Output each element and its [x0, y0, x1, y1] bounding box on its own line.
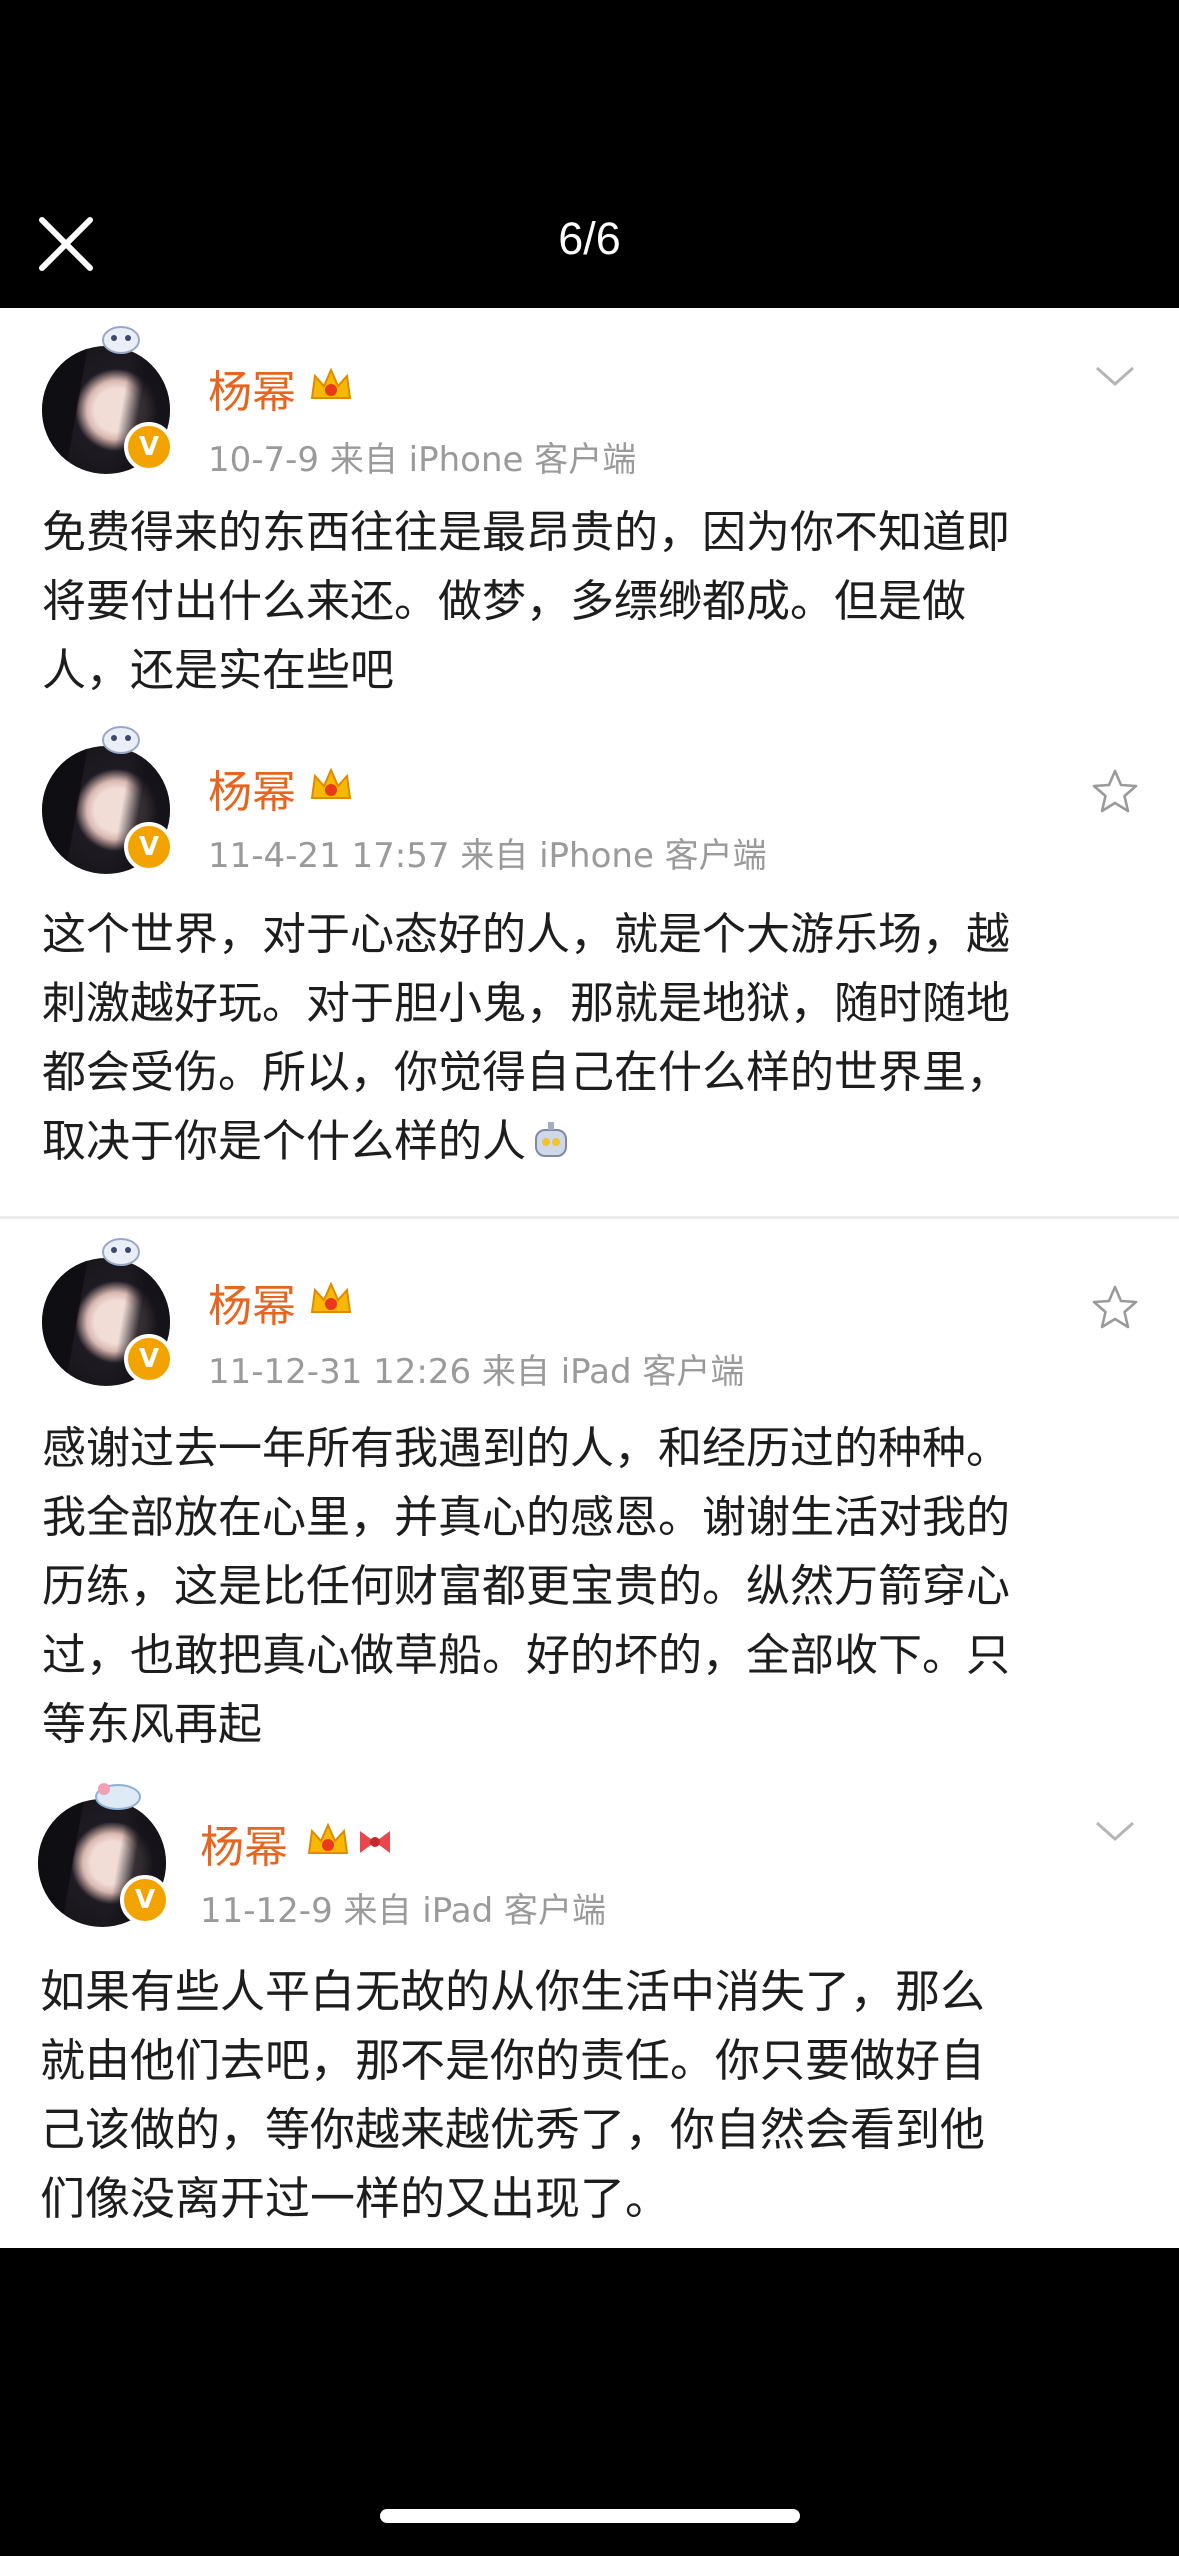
post-text-line: 刺激越好玩。对于胆小鬼，那就是地狱，随时随地: [42, 978, 1010, 1029]
post-text-line: 人，还是实在些吧: [42, 645, 394, 696]
verified-badge-icon: V: [124, 1334, 174, 1384]
avatar-decoration-icon: [95, 1783, 141, 1810]
post-text: 感谢过去一年所有我遇到的人，和经历过的种种。 我全部放在心里，并真心的感恩。谢谢…: [42, 1414, 1152, 1759]
avatar-decoration-icon: [102, 726, 140, 754]
author-name[interactable]: 杨幂: [200, 1811, 288, 1875]
post-text-line: 过，也敢把真心做草船。好的坏的，全部收下。只: [42, 1630, 1010, 1681]
verified-badge-icon: V: [124, 422, 174, 472]
post-meta: 11-12-31 12:26 来自 iPad 客户端: [208, 1352, 745, 1392]
post-text-line: 历练，这是比任何财富都更宝贵的。纵然万箭穿心: [42, 1561, 1010, 1612]
gift-bow-icon: [360, 1831, 390, 1853]
author-name[interactable]: 杨幂: [208, 1270, 296, 1334]
post-text-line: 己该做的，等你越来越优秀了，你自然会看到他: [40, 2103, 986, 2156]
post-meta: 11-4-21 17:57 来自 iPhone 客户端: [208, 836, 767, 876]
avatar-decoration-icon: [102, 326, 140, 354]
post-text-line: 都会受伤。所以，你觉得自己在什么样的世界里，: [42, 1047, 1010, 1098]
post-text-line: 等东风再起: [42, 1699, 262, 1750]
crown-icon: [310, 367, 352, 399]
star-icon[interactable]: [1089, 766, 1141, 818]
post-meta: 10-7-9 来自 iPhone 客户端: [208, 440, 637, 480]
post-text-line: 将要付出什么来还。做梦，多缥缈都成。但是做: [42, 576, 966, 627]
post-text-line: 我全部放在心里，并真心的感恩。谢谢生活对我的: [42, 1492, 1010, 1543]
post-text: 这个世界，对于心态好的人，就是个大游乐场，越 刺激越好玩。对于胆小鬼，那就是地狱…: [42, 900, 1152, 1176]
chevron-down-icon[interactable]: [1089, 350, 1141, 402]
post-text-line: 就由他们去吧，那不是你的责任。你只要做好自: [40, 2034, 986, 2087]
weibo-post: V 杨幂 11-12-9 来自 iPad 客户端 如果有些人平白无故的从你生活中…: [0, 1763, 1179, 2248]
avatar-decoration-icon: [102, 1238, 140, 1266]
post-text-line: 们像没离开过一样的又出现了。: [40, 2172, 671, 2225]
home-indicator[interactable]: [380, 2509, 800, 2523]
avatar[interactable]: V: [42, 726, 174, 874]
post-text: 免费得来的东西往往是最昂贵的，因为你不知道即 将要付出什么来还。做梦，多缥缈都成…: [42, 498, 1152, 705]
author-name[interactable]: 杨幂: [208, 356, 296, 420]
avatar[interactable]: V: [42, 326, 174, 474]
verified-badge-icon: V: [120, 1875, 170, 1925]
crown-icon: [310, 767, 352, 799]
weibo-post: V 杨幂 10-7-9 来自 iPhone 客户端 免费得来的东西往往是最昂贵的…: [0, 308, 1179, 708]
post-text-line: 免费得来的东西往往是最昂贵的，因为你不知道即: [42, 507, 1010, 558]
star-icon[interactable]: [1089, 1282, 1141, 1334]
chevron-down-icon[interactable]: [1089, 1805, 1141, 1857]
author-name[interactable]: 杨幂: [208, 756, 296, 820]
avatar[interactable]: V: [38, 1783, 170, 1927]
avatar[interactable]: V: [42, 1238, 174, 1386]
post-text-line: 取决于你是个什么样的人: [42, 1116, 526, 1167]
post-meta: 11-12-9 来自 iPad 客户端: [200, 1891, 606, 1931]
screenshot-image[interactable]: V 杨幂 10-7-9 来自 iPhone 客户端 免费得来的东西往往是最昂贵的…: [0, 308, 1179, 2248]
crown-icon: [307, 1822, 349, 1854]
crown-icon: [310, 1281, 352, 1313]
post-separator: [0, 1216, 1179, 1219]
image-counter: 6/6: [558, 213, 621, 264]
post-text-line: 感谢过去一年所有我遇到的人，和经历过的种种。: [42, 1423, 1010, 1474]
verified-badge-icon: V: [124, 822, 174, 872]
robot-emoji-icon: [535, 1122, 567, 1157]
post-text: 如果有些人平白无故的从你生活中消失了，那么 就由他们去吧，那不是你的责任。你只要…: [40, 1957, 1150, 2233]
post-text-line: 这个世界，对于心态好的人，就是个大游乐场，越: [42, 909, 1010, 960]
viewer-top-bar: 6/6: [0, 0, 1179, 308]
post-text-line: 如果有些人平白无故的从你生活中消失了，那么: [40, 1965, 986, 2018]
